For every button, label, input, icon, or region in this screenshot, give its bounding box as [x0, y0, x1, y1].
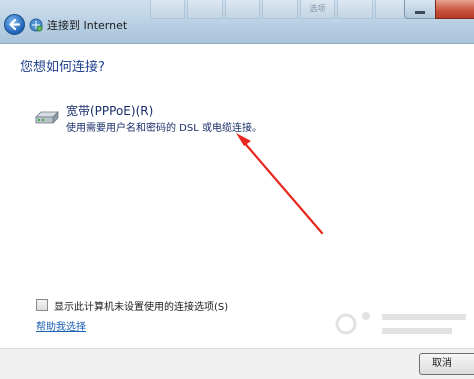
watermark-logo [335, 312, 466, 335]
checkbox-label: 显示此计算机未设置使用的连接选项(S) [54, 301, 229, 313]
help-me-choose-link[interactable]: 帮助我选择 [36, 318, 86, 333]
cancel-button[interactable]: 取消 [419, 353, 474, 375]
show-unconfigured-options-row[interactable]: 显示此计算机未设置使用的连接选项(S) [36, 298, 229, 313]
footer-bar [0, 348, 474, 379]
show-unconfigured-options-checkbox[interactable] [36, 299, 48, 311]
